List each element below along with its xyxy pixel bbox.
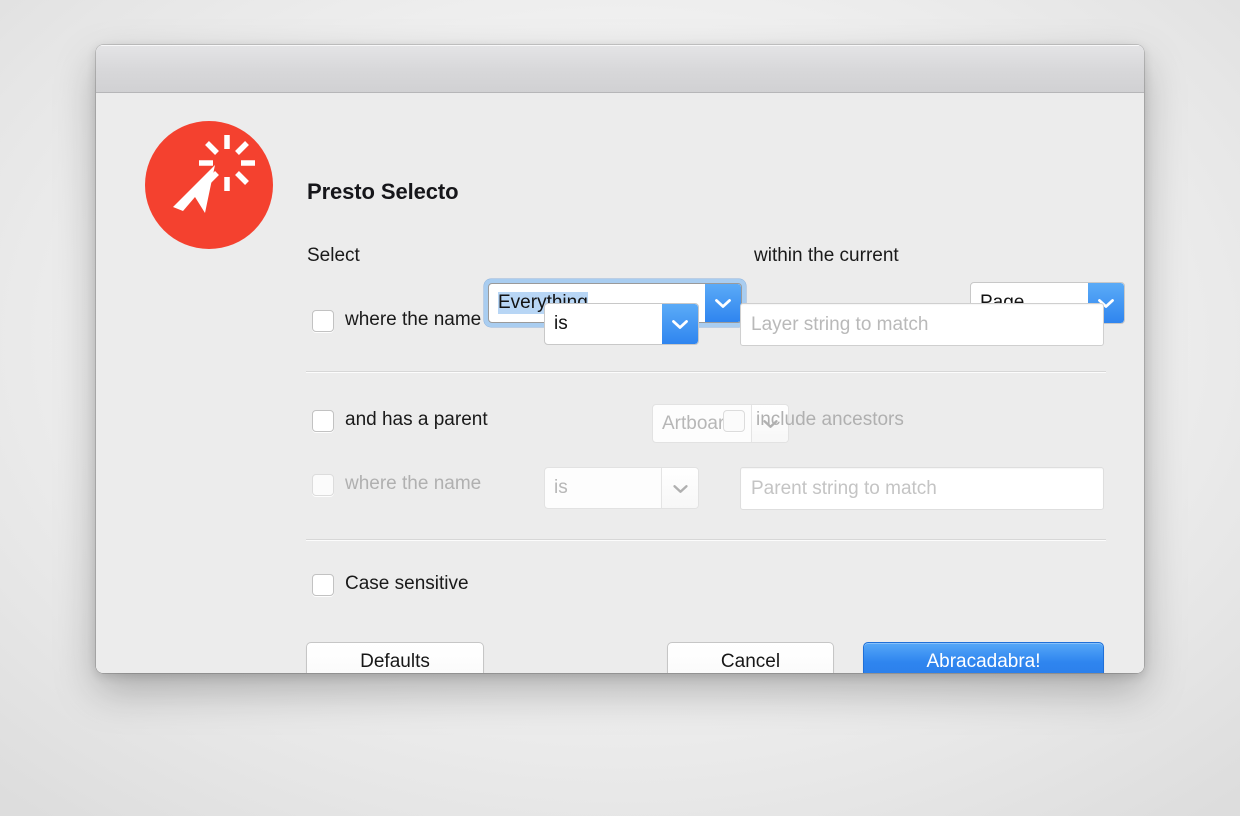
confirm-button[interactable]: Abracadabra! bbox=[863, 642, 1104, 673]
parent-string-placeholder: Parent string to match bbox=[741, 478, 937, 500]
page-title: Presto Selecto bbox=[307, 179, 458, 205]
layer-name-label: where the name bbox=[345, 309, 481, 331]
has-parent-checkbox[interactable] bbox=[312, 410, 334, 432]
dialog-content-area: Presto Selecto Select Everything within … bbox=[96, 93, 1144, 673]
case-sensitive-checkbox[interactable] bbox=[312, 574, 334, 596]
cancel-button-label: Cancel bbox=[721, 651, 780, 673]
parent-name-label: where the name bbox=[345, 473, 481, 495]
separator-2 bbox=[306, 539, 1106, 540]
chevron-down-icon[interactable] bbox=[661, 468, 698, 508]
confirm-button-label: Abracadabra! bbox=[926, 651, 1040, 673]
separator-1 bbox=[306, 371, 1106, 372]
parent-name-operator-value: is bbox=[545, 477, 661, 499]
layer-name-checkbox[interactable] bbox=[312, 310, 334, 332]
desktop-background: Presto Selecto Select Everything within … bbox=[0, 0, 1240, 816]
defaults-button[interactable]: Defaults bbox=[306, 642, 484, 673]
parent-string-input[interactable]: Parent string to match bbox=[740, 467, 1104, 510]
case-sensitive-label: Case sensitive bbox=[345, 573, 469, 595]
layer-name-operator-value: is bbox=[545, 313, 662, 335]
chevron-down-icon[interactable] bbox=[662, 304, 698, 344]
defaults-button-label: Defaults bbox=[360, 651, 430, 673]
layer-string-input[interactable]: Layer string to match bbox=[740, 303, 1104, 346]
window-titlebar[interactable] bbox=[96, 45, 1144, 93]
layer-string-placeholder: Layer string to match bbox=[741, 314, 928, 336]
parent-name-operator-popup[interactable]: is bbox=[544, 467, 699, 509]
presto-selecto-app-icon bbox=[145, 121, 273, 249]
include-ancestors-checkbox[interactable] bbox=[723, 410, 745, 432]
chevron-down-icon[interactable] bbox=[705, 284, 741, 322]
select-prefix-label: Select bbox=[307, 245, 360, 267]
layer-name-operator-popup[interactable]: is bbox=[544, 303, 699, 345]
within-current-label: within the current bbox=[754, 245, 899, 267]
has-parent-label: and has a parent bbox=[345, 409, 488, 431]
include-ancestors-label: include ancestors bbox=[756, 409, 904, 431]
cancel-button[interactable]: Cancel bbox=[667, 642, 834, 673]
presto-selecto-dialog-window: Presto Selecto Select Everything within … bbox=[96, 45, 1144, 673]
parent-name-checkbox[interactable] bbox=[312, 474, 334, 496]
